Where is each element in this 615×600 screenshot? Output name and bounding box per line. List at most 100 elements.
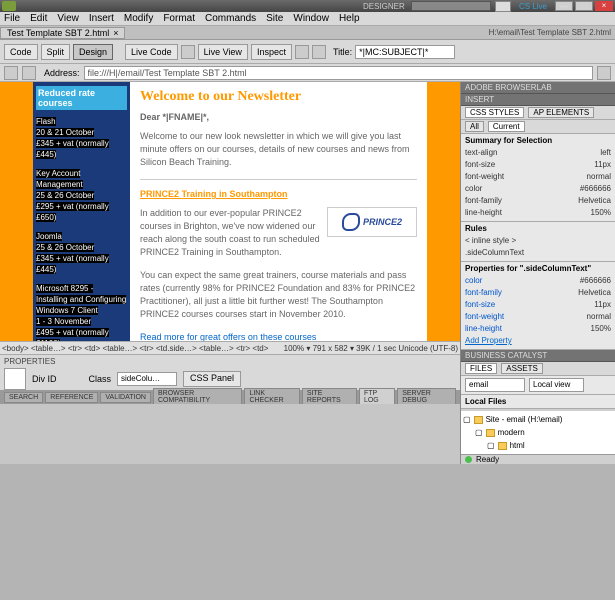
tag-path[interactable]: <body> <table…> <tr> <td> <table…> <tr> … <box>2 344 284 353</box>
tree-folder[interactable]: modern <box>498 426 525 439</box>
menu-site[interactable]: Site <box>266 13 283 24</box>
window-close-button[interactable]: × <box>595 1 613 11</box>
view-select[interactable]: Local view <box>529 378 584 392</box>
readmore-link[interactable]: Read more for great offers on these cour… <box>140 332 316 341</box>
course-name[interactable]: Flash <box>36 117 56 126</box>
course-name[interactable]: Key Account Management <box>36 169 83 189</box>
css-row[interactable]: color#666666 <box>465 183 611 195</box>
course-date: 20 & 21 October <box>36 128 94 137</box>
menu-view[interactable]: View <box>57 13 79 24</box>
live-code-button[interactable]: Live Code <box>125 44 178 60</box>
css-row[interactable]: < inline style > <box>465 235 611 247</box>
divid-label: Div ID <box>32 374 57 384</box>
address-input[interactable] <box>84 66 593 80</box>
workspace-label[interactable]: DESIGNER <box>363 2 405 11</box>
title-field[interactable] <box>355 45 455 59</box>
right-panels: ADOBE BROWSERLAB INSERT CSS STYLES AP EL… <box>460 82 615 464</box>
search-input[interactable] <box>411 1 491 11</box>
menu-window[interactable]: Window <box>293 13 329 24</box>
course-block: Flash 20 & 21 October £345 + vat (normally… <box>36 116 127 160</box>
inspect-button[interactable]: Inspect <box>251 44 292 60</box>
cslive-link[interactable]: CS Live <box>519 2 547 11</box>
menu-edit[interactable]: Edit <box>30 13 47 24</box>
address-label: Address: <box>44 68 80 78</box>
course-name[interactable]: Microsoft 8295 - Installing and Configur… <box>36 284 126 315</box>
addr-icon-1[interactable] <box>4 66 18 80</box>
tab-css-styles[interactable]: CSS STYLES <box>465 107 524 118</box>
tab-files[interactable]: FILES <box>465 363 497 374</box>
document-tab-name: Test Template SBT 2.html <box>7 28 109 38</box>
css-row[interactable]: font-weightnormal <box>465 311 611 323</box>
css-row[interactable]: font-familyHelvetica <box>465 195 611 207</box>
app-logo-icon <box>2 1 16 11</box>
design-viewport[interactable]: Reduced rate courses Flash20 & 21 Octobe… <box>0 82 460 341</box>
css-current-button[interactable]: Current <box>488 121 525 132</box>
properties-panel: PROPERTIES Div ID Class sideColu… CSS Pa… <box>0 354 460 390</box>
css-row[interactable]: font-size11px <box>465 299 611 311</box>
document-tab-close-icon[interactable]: × <box>113 28 118 38</box>
class-select[interactable]: sideColu… <box>117 372 177 386</box>
css-all-button[interactable]: All <box>465 121 484 132</box>
css-row[interactable]: line-height150% <box>465 207 611 219</box>
menu-insert[interactable]: Insert <box>89 13 114 24</box>
address-bar: Address: <box>0 64 615 82</box>
css-row[interactable]: text-alignleft <box>465 147 611 159</box>
intro-para: Welcome to our new look newsletter in wh… <box>140 130 417 169</box>
addr-icon-2[interactable] <box>22 66 36 80</box>
site-select[interactable]: email <box>465 378 525 392</box>
csspanel-button[interactable]: CSS Panel <box>183 371 241 387</box>
tree-folder[interactable]: html <box>510 439 525 452</box>
toolbar-icon-2[interactable] <box>295 45 309 59</box>
files-tree[interactable]: ▢Site - email (H:\email) ▢modern▢html▢im… <box>461 411 615 454</box>
menu-modify[interactable]: Modify <box>124 13 153 24</box>
tab-reference[interactable]: REFERENCE <box>45 392 98 403</box>
menu-help[interactable]: Help <box>339 13 360 24</box>
titlebar: DESIGNER O CS Live — □ × <box>0 0 615 12</box>
tab-search[interactable]: SEARCH <box>4 392 43 403</box>
tab-assets[interactable]: ASSETS <box>501 363 543 374</box>
css-row[interactable]: font-familyHelvetica <box>465 287 611 299</box>
newsletter-content: Welcome to our Newsletter Dear *|FNAME|*… <box>130 82 427 341</box>
status-ready: Ready <box>476 455 499 464</box>
menubar: File Edit View Insert Modify Format Comm… <box>0 12 615 26</box>
window-minimize-button[interactable]: — <box>555 1 573 11</box>
panel-browserlab[interactable]: ADOBE BROWSERLAB <box>461 82 615 94</box>
css-row[interactable]: font-size11px <box>465 159 611 171</box>
toolbar-icon-1[interactable] <box>181 45 195 59</box>
prince2-logo: PRINCE2 <box>327 207 417 237</box>
css-row[interactable]: line-height150% <box>465 323 611 335</box>
files-statusbar: Ready <box>461 454 615 464</box>
tab-ap-elements[interactable]: AP ELEMENTS <box>528 107 594 118</box>
menu-file[interactable]: File <box>4 13 20 24</box>
split-button[interactable]: Split <box>41 44 71 60</box>
panel-insert[interactable]: INSERT <box>461 94 615 106</box>
page-margin-left <box>0 82 33 341</box>
tree-root[interactable]: Site - email (H:\email) <box>486 413 563 426</box>
properties-title: PROPERTIES <box>4 357 456 366</box>
live-view-button[interactable]: Live View <box>198 44 248 60</box>
css-row[interactable]: color#666666 <box>465 275 611 287</box>
window-maximize-button[interactable]: □ <box>575 1 593 11</box>
search-button[interactable]: O <box>495 1 511 12</box>
newsletter-sidebar: Reduced rate courses Flash20 & 21 Octobe… <box>33 82 130 341</box>
design-button[interactable]: Design <box>73 44 113 60</box>
css-row[interactable]: .sideColumnText <box>465 247 611 259</box>
add-property-link[interactable]: Add Property <box>465 335 512 347</box>
course-name[interactable]: Joomla <box>36 232 62 241</box>
results-tabs: SEARCH REFERENCE VALIDATION BROWSER COMP… <box>0 390 460 404</box>
code-button[interactable]: Code <box>4 44 38 60</box>
menu-commands[interactable]: Commands <box>205 13 256 24</box>
props-title: Properties for ".sideColumnText" <box>465 264 611 273</box>
greeting: Dear *|FNAME|*, <box>140 111 417 124</box>
panel-business-catalyst[interactable]: BUSINESS CATALYST <box>461 350 615 362</box>
toolbar-icon-3[interactable] <box>312 45 326 59</box>
addr-icon-3[interactable] <box>597 66 611 80</box>
menu-format[interactable]: Format <box>163 13 195 24</box>
css-row[interactable]: font-weightnormal <box>465 171 611 183</box>
course-price: £495 + vat (normally £1100) <box>36 328 109 341</box>
document-tab-active[interactable]: Test Template SBT 2.html × <box>0 27 125 39</box>
section1-heading[interactable]: PRINCE2 Training in Southampton <box>140 188 417 201</box>
results-body <box>0 404 460 464</box>
tab-validation[interactable]: VALIDATION <box>100 392 151 403</box>
course-price: £345 + vat (normally £445) <box>36 139 109 159</box>
